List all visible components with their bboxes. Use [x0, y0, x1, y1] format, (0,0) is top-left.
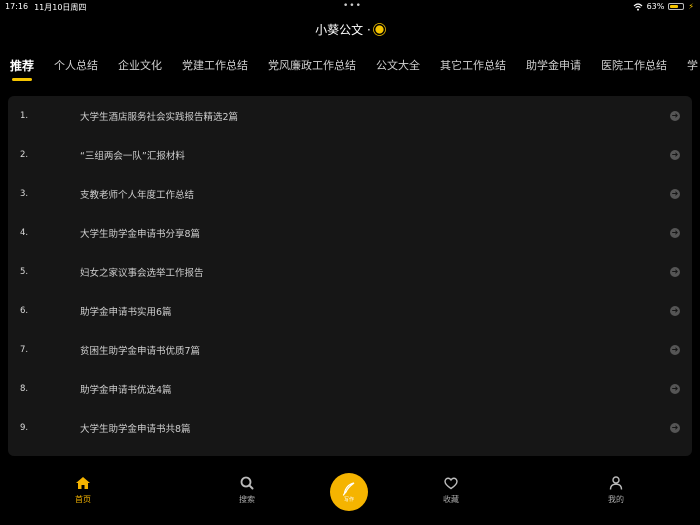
nav-favorites[interactable]: 收藏: [421, 476, 481, 505]
nav-mine[interactable]: 我的: [586, 476, 646, 505]
nav-home[interactable]: 首页: [53, 476, 113, 505]
list-item-title: “三组两会一队”汇报材料: [80, 150, 185, 162]
arrow-right-circle-icon[interactable]: ➜: [670, 227, 680, 238]
list-item-title: 大学生酒店服务社会实践报告精选2篇: [80, 111, 239, 123]
list-item[interactable]: 8. 助学金申请书优选4篇 ➜: [8, 369, 692, 408]
arrow-right-circle-icon[interactable]: ➜: [670, 188, 680, 199]
feather-pen-icon: [342, 482, 355, 496]
home-icon: [76, 477, 90, 489]
list-item-number: 6.: [20, 305, 29, 316]
status-date: 11月10日周四: [34, 3, 87, 12]
app-title: 小葵公文 ·: [315, 22, 371, 37]
tab-9[interactable]: 学: [677, 52, 700, 80]
list-item-title: 大学生助学金申请书共8篇: [80, 423, 191, 435]
nav-home-label: 首页: [75, 495, 91, 504]
list-item[interactable]: 7. 贫困生助学金申请书优质7篇 ➜: [8, 330, 692, 369]
heart-icon: [444, 477, 458, 490]
list-item-number: 9.: [20, 422, 29, 433]
nav-search-label: 搜索: [239, 495, 255, 504]
status-time: 17:16: [5, 2, 29, 11]
list-item-title: 贫困生助学金申请书优质7篇: [80, 345, 201, 357]
tab-6[interactable]: 其它工作总结: [430, 52, 516, 80]
category-tabs: 推荐 个人总结 企业文化 党建工作总结 党风廉政工作总结 公文大全 其它工作总结 助学金申请医…: [0, 52, 700, 84]
tab-1[interactable]: 个人总结: [44, 52, 108, 80]
tab-2[interactable]: 企业文化: [108, 52, 172, 80]
list-item-number: 1.: [20, 110, 29, 121]
arrow-right-circle-icon[interactable]: ➜: [670, 266, 680, 277]
nav-search[interactable]: 搜索: [217, 476, 277, 505]
arrow-right-circle-icon[interactable]: ➜: [670, 305, 680, 316]
tab-4[interactable]: 党风廉政工作总结: [258, 52, 366, 80]
write-button[interactable]: 写作: [330, 473, 368, 511]
list-item[interactable]: 5. 妇女之家议事会选举工作报告 ➜: [8, 252, 692, 291]
battery-percent: 63%: [646, 2, 665, 11]
arrow-right-circle-icon[interactable]: ➜: [670, 383, 680, 394]
list-item-number: 7.: [20, 344, 29, 355]
tab-7[interactable]: 助学金申请: [516, 52, 591, 80]
status-bar: 17:16 11月10日周四 ••• 63% ⚡: [0, 0, 700, 14]
search-icon: [240, 476, 254, 490]
list-item-title: 助学金申请书实用6篇: [80, 306, 172, 318]
arrow-right-circle-icon[interactable]: ➜: [670, 149, 680, 160]
status-left: 17:16 11月10日周四: [5, 2, 86, 13]
list-item-title: 大学生助学金申请书分享8篇: [80, 228, 201, 240]
list-item[interactable]: 3. 支教老师个人年度工作总结 ➜: [8, 174, 692, 213]
list-item[interactable]: 1. 大学生酒店服务社会实践报告精选2篇 ➜: [8, 96, 692, 135]
battery-icon: [668, 3, 685, 10]
list-item-title: 妇女之家议事会选举工作报告: [80, 267, 204, 279]
list-item-number: 3.: [20, 188, 29, 199]
arrow-right-circle-icon[interactable]: ➜: [670, 344, 680, 355]
nav-mine-label: 我的: [608, 495, 624, 504]
list-item-number: 2.: [20, 149, 29, 160]
list-item[interactable]: 2. “三组两会一队”汇报材料 ➜: [8, 135, 692, 174]
charging-icon: ⚡: [688, 2, 694, 11]
list-item[interactable]: 6. 助学金申请书实用6篇 ➜: [8, 291, 692, 330]
tab-0[interactable]: 推荐: [0, 52, 44, 81]
tab-5[interactable]: 公文大全: [366, 52, 430, 80]
list-item-number: 8.: [20, 383, 29, 394]
wifi-icon: [633, 2, 643, 11]
arrow-right-circle-icon[interactable]: ➜: [670, 110, 680, 121]
user-icon: [609, 476, 623, 490]
app-title-bar: 小葵公文 ·: [0, 18, 700, 40]
list-item-title: 支教老师个人年度工作总结: [80, 189, 195, 201]
list-item-number: 5.: [20, 266, 29, 277]
write-button-label: 写作: [343, 497, 354, 503]
list-item[interactable]: 4. 大学生助学金申请书分享8篇 ➜: [8, 213, 692, 252]
tab-3[interactable]: 党建工作总结: [172, 52, 258, 80]
multitask-dots[interactable]: •••: [343, 1, 362, 11]
list-item-number: 4.: [20, 227, 29, 238]
list-item-title: 助学金申请书优选4篇: [80, 384, 172, 396]
sunflower-icon: [375, 24, 384, 34]
tab-8[interactable]: 医院工作总结: [591, 52, 677, 80]
nav-favorites-label: 收藏: [443, 495, 459, 504]
list-item[interactable]: 9. 大学生助学金申请书共8篇 ➜: [8, 408, 692, 447]
arrow-right-circle-icon[interactable]: ➜: [670, 422, 680, 433]
bottom-nav: 首页 搜索 写作 收藏 我的: [0, 470, 700, 525]
article-list: 1. 大学生酒店服务社会实践报告精选2篇 ➜ 2. “三组两会一队”汇报材料 ➜ 3. 支教老…: [8, 96, 692, 456]
status-right: 63% ⚡: [633, 2, 694, 11]
